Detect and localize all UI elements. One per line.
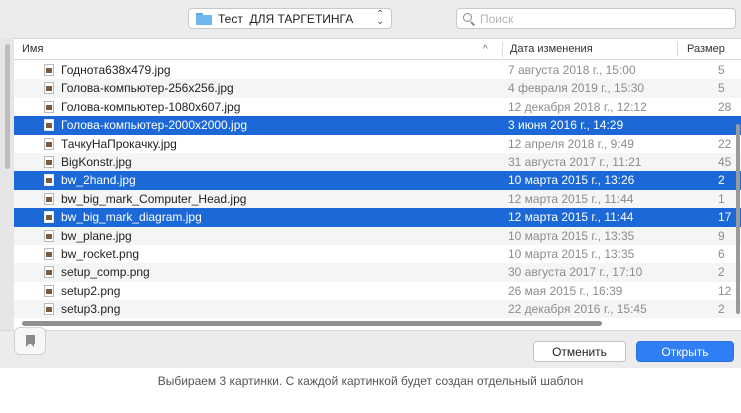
file-row[interactable]: Голова-компьютер-1080x607.jpg 12 декабря … [14, 98, 741, 116]
file-name: bw_big_mark_diagram.jpg [61, 210, 202, 225]
image-file-icon [44, 211, 54, 224]
file-size: 5 [718, 63, 725, 77]
image-file-icon [44, 64, 54, 76]
file-size: 5 [718, 81, 725, 96]
file-row[interactable]: Годнота638x479.jpg 7 августа 2018 г., 15:… [14, 61, 741, 79]
file-name: bw_big_mark_Computer_Head.jpg [61, 191, 247, 206]
file-row[interactable]: Голова-компьютер-2000x2000.jpg 3 июня 201… [14, 116, 741, 135]
image-file-icon [44, 284, 54, 297]
image-file-icon [44, 229, 54, 242]
file-date: 12 декабря 2018 г., 12:12 [508, 99, 647, 114]
file-name: bw_plane.jpg [61, 228, 132, 243]
bottom-bar: Отменить Открыть [0, 327, 741, 368]
file-date: 12 марта 2015 г., 11:44 [508, 191, 634, 206]
file-date: 31 августа 2017 г., 11:21 [508, 154, 642, 169]
sort-ascending-icon: ^ [483, 44, 488, 55]
image-file-icon [44, 266, 54, 279]
file-name: bw_rocket.png [61, 246, 140, 261]
sidebar-scrollbar[interactable] [5, 44, 10, 169]
folder-icon [196, 12, 212, 25]
folder-name: Тест ДЛЯ ТАРГЕТИНГА [218, 11, 354, 26]
file-date: 7 августа 2018 г., 15:00 [508, 63, 636, 77]
image-file-icon [44, 137, 54, 150]
image-file-icon [44, 119, 54, 132]
file-row[interactable]: bw_big_mark_Computer_Head.jpg 12 марта 20… [14, 189, 741, 209]
folder-popup[interactable]: Тест ДЛЯ ТАРГЕТИНГА ⌃ ⌄ [188, 8, 392, 29]
image-file-icon [44, 247, 54, 260]
column-date-header[interactable]: Дата изменения [510, 39, 593, 60]
file-row[interactable]: ТачкуНаПрокачку.jpg 12 апреля 2018 г., 9:… [14, 135, 741, 153]
column-header: Имя ^ Дата изменения Размер [14, 39, 741, 60]
image-file-icon [44, 192, 54, 205]
image-file-icon [44, 174, 54, 187]
file-name: setup3.png [61, 302, 121, 317]
updown-chevron-icon: ⌃ ⌄ [376, 9, 385, 27]
file-date: 30 августа 2017 г., 17:10 [508, 265, 643, 280]
caption: Выбираем 3 картинки. С каждой картинкой … [157, 374, 584, 388]
file-row[interactable]: bw_plane.jpg 10 марта 2015 г., 13:35 9 [14, 226, 741, 245]
file-name: Голова-компьютер-1080x607.jpg [61, 99, 241, 114]
file-open-dialog: Тест ДЛЯ ТАРГЕТИНГА ⌃⌄ Имя ^ Дата измене… [0, 0, 741, 368]
file-list: Имя ^ Дата изменения Размер Годнота638x4… [14, 38, 741, 330]
file-row[interactable]: setup2.png 26 мая 2015 г., 16:39 12 [14, 282, 741, 300]
vertical-scrollbar[interactable] [736, 124, 740, 314]
file-rows: Годнота638x479.jpg 7 августа 2018 г., 15:… [14, 61, 741, 319]
file-date: 3 июня 2016 г., 14:29 [508, 118, 624, 133]
open-button[interactable]: Открыть [636, 341, 734, 362]
file-name: bw_2hand.jpg [61, 173, 136, 188]
search-field[interactable] [456, 8, 736, 29]
file-row[interactable]: Голова-компьютер-256x256.jpg 4 февраля 20… [14, 79, 741, 98]
file-name: ТачкуНаПрокачку.jpg [61, 136, 177, 151]
file-name: Годнота638x479.jpg [61, 63, 171, 77]
file-date: 4 февраля 2019 г., 15:30 [508, 81, 645, 96]
bookmark-icon [25, 335, 35, 347]
file-name: Голова-компьютер-256x256.jpg [61, 81, 234, 96]
file-row[interactable]: setup3.png 22 декабря 2016 г., 15:45 2 [14, 300, 741, 319]
file-date: 12 марта 2015 г., 11:44 [508, 210, 634, 225]
image-file-icon [44, 155, 54, 168]
image-file-icon [44, 82, 54, 95]
file-name: setup_comp.png [61, 265, 150, 280]
search-icon [463, 12, 476, 26]
file-date: 22 декабря 2016 г., 15:45 [508, 302, 647, 317]
file-row[interactable]: BigKonstr.jpg 31 августа 2017 г., 11:21 45 [14, 152, 741, 172]
column-name-header[interactable]: Имя [22, 39, 43, 60]
file-date: 12 апреля 2018 г., 9:49 [508, 136, 634, 151]
file-name: setup2.png [61, 283, 121, 298]
file-row[interactable]: bw_2hand.jpg 10 марта 2015 г., 13:26 2 [14, 171, 741, 190]
search-input[interactable] [480, 11, 720, 26]
file-row[interactable]: setup_comp.png 30 августа 2017 г., 17:10 2 [14, 263, 741, 282]
file-row[interactable]: bw_rocket.png 10 марта 2015 г., 13:35 6 [14, 245, 741, 263]
file-date: 10 марта 2015 г., 13:26 [508, 173, 635, 188]
file-name: BigKonstr.jpg [61, 154, 132, 169]
horizontal-scrollbar[interactable] [22, 321, 602, 326]
cancel-button[interactable]: Отменить [533, 341, 626, 362]
file-date: 10 марта 2015 г., 13:35 [508, 246, 635, 261]
tags-button[interactable] [14, 327, 46, 355]
file-date: 10 марта 2015 г., 13:35 [508, 228, 635, 243]
toolbar: Тест ДЛЯ ТАРГЕТИНГА ⌃ ⌄ [0, 0, 741, 38]
file-name: Голова-компьютер-2000x2000.jpg [61, 118, 248, 133]
file-date: 26 мая 2015 г., 16:39 [508, 283, 623, 298]
file-row[interactable]: bw_big_mark_diagram.jpg 12 марта 2015 г.,… [14, 208, 741, 227]
column-size-header[interactable]: Размер [687, 39, 725, 60]
image-file-icon [44, 303, 54, 316]
image-file-icon [44, 100, 54, 113]
file-size: 28 [718, 99, 732, 114]
